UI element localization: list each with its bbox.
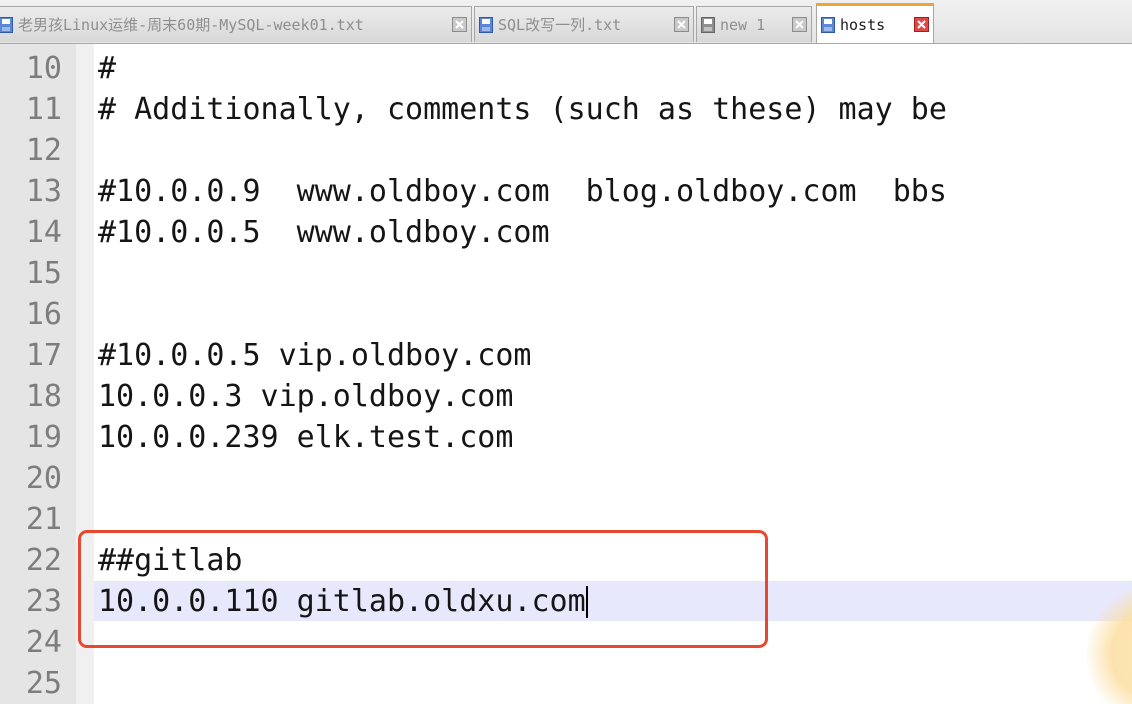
code-line[interactable]: # Additionally, comments (such as these)… [98,89,947,130]
close-icon[interactable] [452,17,467,32]
floppy-disk-icon [701,16,715,33]
line-number: 10 [25,51,62,86]
code-line[interactable]: #10.0.0.5 www.oldboy.com [98,212,550,253]
close-icon[interactable] [674,17,689,32]
line-number: 15 [25,256,62,291]
tab-label: SQL改写一列.txt [498,16,622,34]
code-line[interactable]: 10.0.0.239 elk.test.com [98,417,513,458]
tab-mysql-week01[interactable]: 老男孩Linux运维-周末60期-MySQL-week01.txt [0,6,472,42]
line-number: 13 [25,174,62,209]
line-number: 19 [25,420,62,455]
code-line[interactable]: #10.0.0.5 vip.oldboy.com [98,335,531,376]
tab-bar: 老男孩Linux运维-周末60期-MySQL-week01.txt SQL改写一… [0,0,1132,44]
line-number: 14 [25,215,62,250]
tab-new-1[interactable]: new 1 [696,6,812,42]
tab-label: hosts [840,15,886,34]
line-number: 17 [25,338,62,373]
line-number: 12 [25,133,62,168]
floppy-disk-modified-icon [0,16,13,33]
line-number: 16 [25,297,62,332]
line-number: 24 [25,625,62,660]
line-number: 21 [25,502,62,537]
line-number: 18 [25,379,62,414]
line-number: 11 [25,92,62,127]
line-number: 25 [25,666,62,701]
code-line[interactable]: ##gitlab [98,540,243,581]
text-caret [585,586,588,618]
close-icon[interactable] [792,17,807,32]
line-number: 20 [25,461,62,496]
tab-sql-rewrite[interactable]: SQL改写一列.txt [474,6,694,42]
code-line[interactable]: 10.0.0.110 gitlab.oldxu.com [98,581,586,622]
code-line[interactable]: #10.0.0.9 www.oldboy.com blog.oldboy.com… [98,171,947,212]
tab-label: 老男孩Linux运维-周末60期-MySQL-week01.txt [18,16,364,34]
line-number: 23 [25,584,62,619]
fold-margin[interactable] [76,44,94,704]
line-number-gutter: 10 11 12 13 14 15 16 17 18 19 20 21 22 23 24 25 [0,44,76,704]
code-text-area[interactable]: # # Additionally, comments (such as these… [94,44,1132,704]
floppy-disk-modified-icon [821,16,835,33]
line-number: 22 [25,543,62,578]
close-icon[interactable] [914,17,929,32]
floppy-disk-modified-icon [479,16,493,33]
code-line[interactable]: 10.0.0.3 vip.oldboy.com [98,376,513,417]
notepad-plus-plus-window: 老男孩Linux运维-周末60期-MySQL-week01.txt SQL改写一… [0,0,1132,704]
tab-hosts[interactable]: hosts [816,3,934,43]
tab-label: new 1 [720,15,766,34]
code-line[interactable]: # [98,48,116,89]
editor-pane[interactable]: 10 11 12 13 14 15 16 17 18 19 20 21 22 23 24 25 # # Addi… [0,44,1132,704]
